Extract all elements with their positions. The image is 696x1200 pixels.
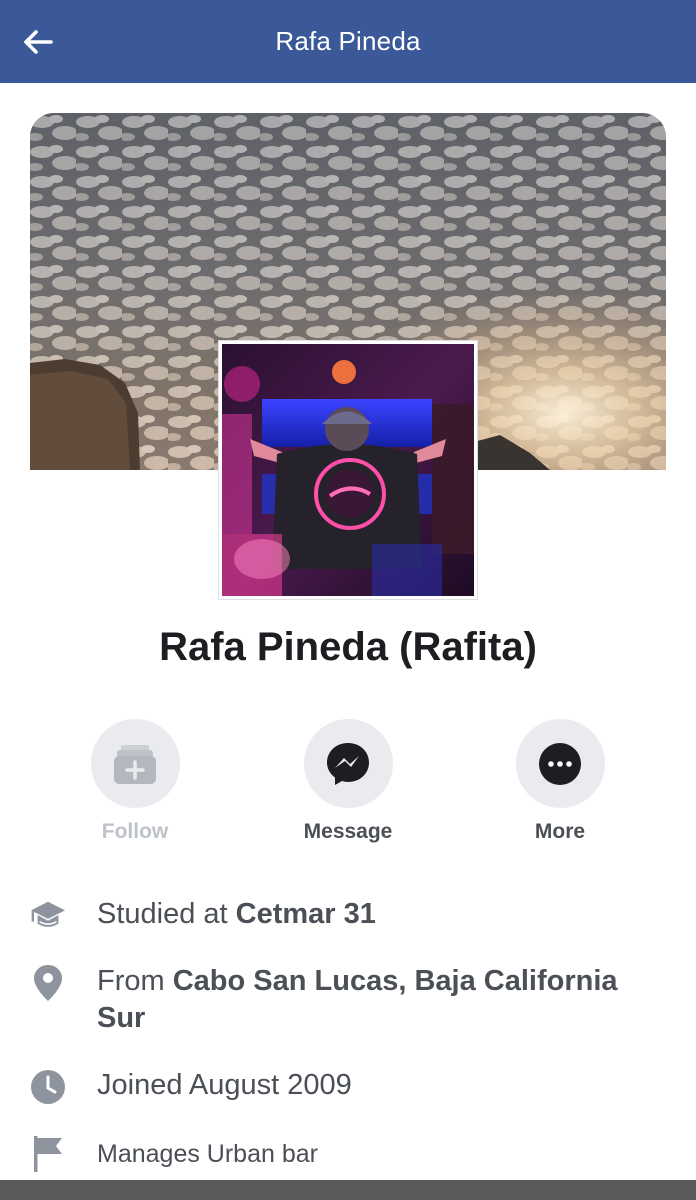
- education-text: Studied at Cetmar 31: [97, 898, 376, 930]
- joined-text: Joined August 2009: [97, 1069, 352, 1101]
- more-icon: [539, 742, 581, 785]
- message-button[interactable]: Message: [273, 719, 423, 844]
- follow-button-circle: [90, 719, 180, 808]
- profile-name: Rafa Pineda (Rafita): [159, 625, 537, 669]
- bottom-edge: [0, 1180, 696, 1200]
- hometown-text: From Cabo San Lucas, Baja California Sur: [97, 965, 618, 1034]
- message-button-circle: [303, 719, 393, 808]
- profile-picture[interactable]: [219, 341, 477, 599]
- follow-button[interactable]: Follow: [60, 719, 210, 844]
- more-button-circle: [515, 719, 605, 808]
- follow-icon: [114, 744, 156, 784]
- location-pin-icon: [30, 965, 66, 1001]
- more-label: More: [534, 820, 586, 843]
- clock-icon: [30, 1069, 66, 1105]
- follow-label: Follow: [101, 820, 169, 843]
- top-nav-bar: Rafa Pineda: [0, 0, 696, 83]
- flag-icon: [30, 1136, 66, 1172]
- graduation-cap-icon: [30, 898, 66, 934]
- page-title: Rafa Pineda: [275, 26, 421, 56]
- school-link[interactable]: Cetmar 31: [236, 898, 376, 930]
- hometown-link[interactable]: Cabo San Lucas, Baja California Sur: [97, 965, 618, 1034]
- message-label: Message: [303, 820, 393, 843]
- messenger-icon: [327, 742, 369, 785]
- more-button[interactable]: More: [485, 719, 635, 844]
- manages-text: Manages Urban bar: [97, 1140, 318, 1168]
